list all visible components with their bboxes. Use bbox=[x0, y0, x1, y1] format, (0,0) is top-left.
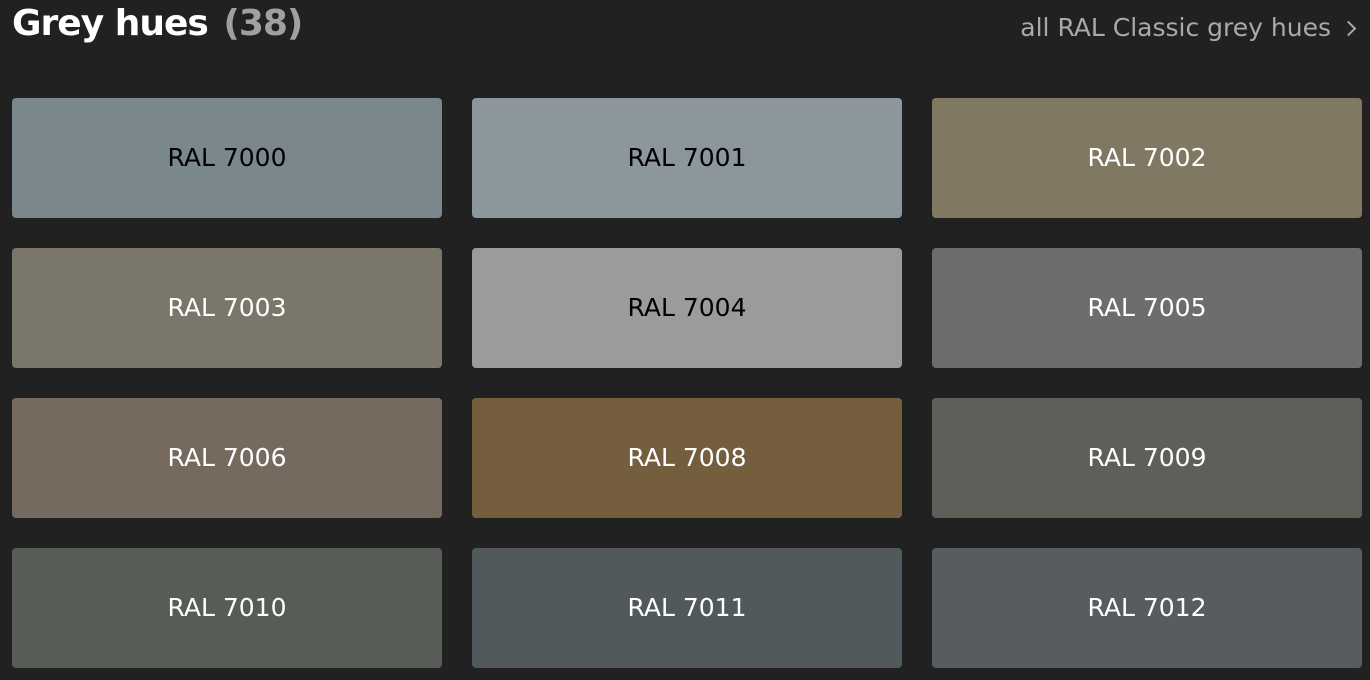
swatch-label: RAL 7000 bbox=[167, 143, 287, 172]
page-title: Grey hues (38) bbox=[12, 2, 303, 46]
color-swatch[interactable]: RAL 7010 bbox=[12, 548, 442, 668]
chevron-right-icon bbox=[1340, 20, 1357, 36]
all-grey-hues-link-label: all RAL Classic grey hues bbox=[1020, 13, 1331, 42]
swatch-label: RAL 7003 bbox=[167, 293, 287, 322]
color-swatch[interactable]: RAL 7000 bbox=[12, 98, 442, 218]
color-swatch[interactable]: RAL 7011 bbox=[472, 548, 902, 668]
swatch-label: RAL 7002 bbox=[1087, 143, 1207, 172]
color-swatch[interactable]: RAL 7005 bbox=[932, 248, 1362, 368]
color-swatch[interactable]: RAL 7001 bbox=[472, 98, 902, 218]
swatch-label: RAL 7012 bbox=[1087, 593, 1207, 622]
title-text: Grey hues bbox=[12, 3, 209, 44]
section-header: Grey hues (38) all RAL Classic grey hues bbox=[12, 0, 1358, 50]
color-swatch[interactable]: RAL 7004 bbox=[472, 248, 902, 368]
swatch-label: RAL 7005 bbox=[1087, 293, 1207, 322]
swatch-label: RAL 7004 bbox=[627, 293, 747, 322]
color-swatch[interactable]: RAL 7012 bbox=[932, 548, 1362, 668]
all-grey-hues-link[interactable]: all RAL Classic grey hues bbox=[1020, 12, 1358, 44]
swatch-label: RAL 7011 bbox=[627, 593, 747, 622]
swatch-label: RAL 7006 bbox=[167, 443, 287, 472]
page: Grey hues (38) all RAL Classic grey hues… bbox=[0, 0, 1370, 680]
color-swatch[interactable]: RAL 7003 bbox=[12, 248, 442, 368]
swatch-label: RAL 7001 bbox=[627, 143, 747, 172]
swatch-grid: RAL 7000 RAL 7001 RAL 7002 RAL 7003 RAL … bbox=[12, 98, 1362, 668]
color-swatch[interactable]: RAL 7009 bbox=[932, 398, 1362, 518]
color-swatch[interactable]: RAL 7002 bbox=[932, 98, 1362, 218]
swatch-label: RAL 7009 bbox=[1087, 443, 1207, 472]
color-swatch[interactable]: RAL 7008 bbox=[472, 398, 902, 518]
swatch-label: RAL 7010 bbox=[167, 593, 287, 622]
color-swatch[interactable]: RAL 7006 bbox=[12, 398, 442, 518]
hue-count: (38) bbox=[223, 3, 303, 44]
swatch-label: RAL 7008 bbox=[627, 443, 747, 472]
